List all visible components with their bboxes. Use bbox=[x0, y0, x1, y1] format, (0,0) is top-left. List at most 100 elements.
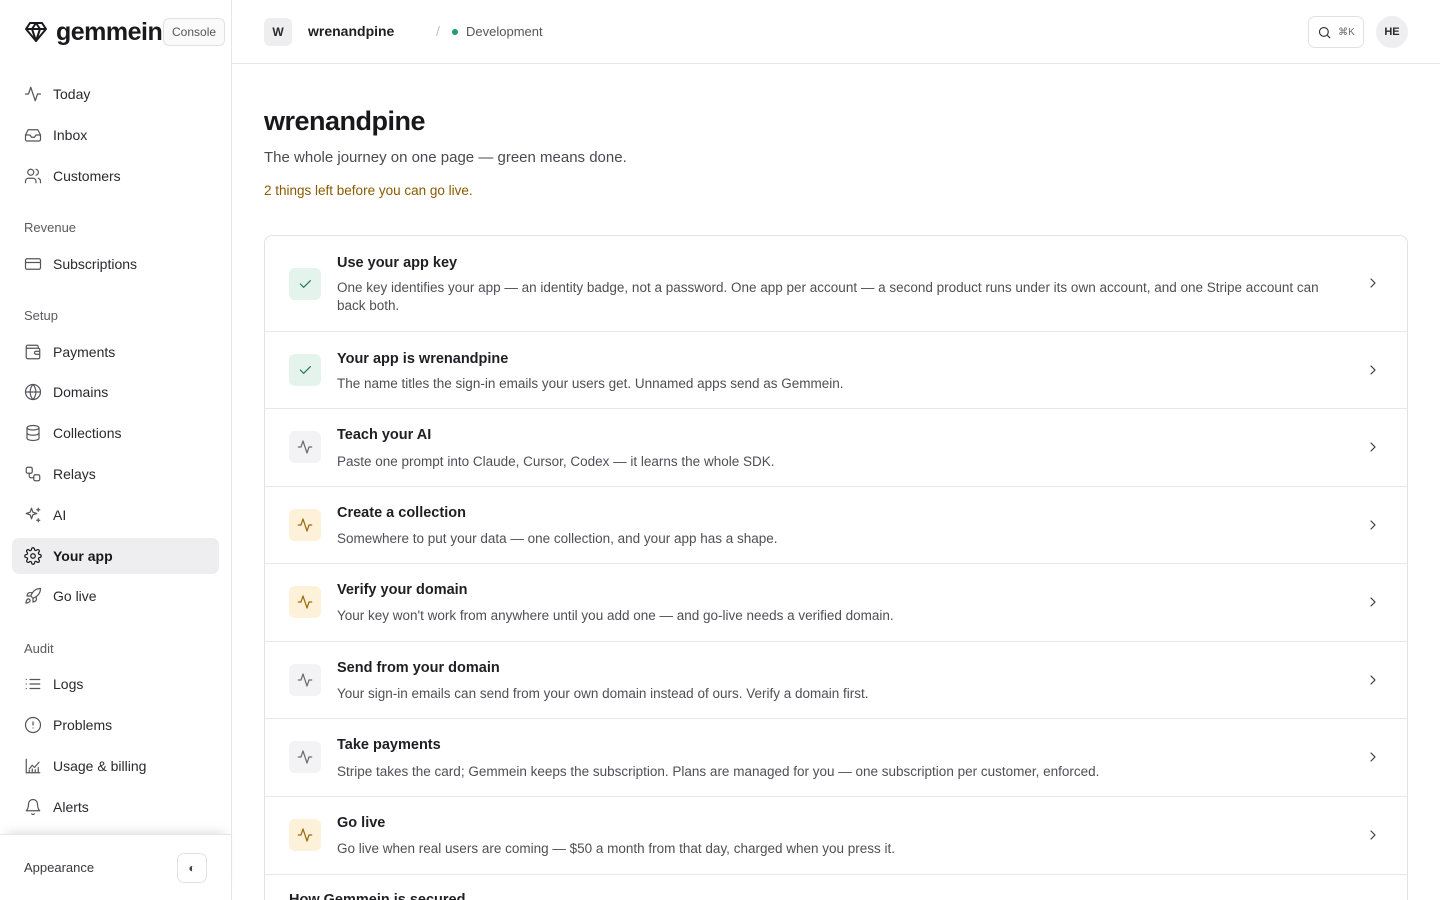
sidebar-item-label: Relays bbox=[53, 466, 96, 482]
checklist-step[interactable]: Verify your domain Your key won't work f… bbox=[265, 564, 1407, 642]
step-title: Teach your AI bbox=[337, 427, 432, 443]
environment-switcher[interactable]: Development bbox=[452, 24, 543, 39]
step-status-todo bbox=[289, 664, 321, 696]
setup-checklist: Use your app key One key identifies your… bbox=[264, 235, 1408, 900]
sidebar-item-label: Collections bbox=[53, 425, 122, 441]
sidebar-item-label: Payments bbox=[53, 344, 116, 360]
app-switcher[interactable]: wrenandpine bbox=[308, 23, 394, 39]
step-description: The name titles the sign-in emails your … bbox=[337, 376, 844, 391]
sidebar-item-label: Domains bbox=[53, 384, 109, 400]
sidebar-item-label: AI bbox=[53, 507, 67, 523]
search-button[interactable]: ⌘K bbox=[1308, 16, 1364, 48]
sidebar-item-today[interactable]: Today bbox=[12, 76, 219, 112]
section-label-revenue: Revenue bbox=[24, 220, 77, 235]
step-description: Somewhere to put your data — one collect… bbox=[337, 531, 778, 546]
page-subtitle: The whole journey on one page — green me… bbox=[264, 149, 627, 166]
checklist-step[interactable]: Go live Go live when real users are comi… bbox=[265, 797, 1407, 875]
step-description: One key identifies your app — an identit… bbox=[337, 280, 1319, 313]
step-title: Verify your domain bbox=[337, 582, 468, 598]
sidebar-item-label: Inbox bbox=[53, 127, 88, 143]
step-title: Create a collection bbox=[337, 505, 466, 521]
step-status-pending bbox=[289, 819, 321, 851]
section-label-setup: Setup bbox=[24, 308, 58, 323]
credit-card-icon bbox=[24, 258, 42, 270]
step-status-done bbox=[289, 354, 321, 386]
step-title: Use your app key bbox=[337, 255, 458, 271]
sidebar-item-problems[interactable]: Problems bbox=[12, 707, 219, 743]
step-description: Your sign-in emails can send from your o… bbox=[337, 686, 869, 701]
search-icon bbox=[1319, 26, 1331, 39]
brand-logo[interactable]: gemmein bbox=[24, 17, 163, 46]
console-badge[interactable]: Console bbox=[163, 18, 226, 46]
chart-icon bbox=[25, 758, 41, 774]
sidebar-footer: Appearance ◐ bbox=[0, 834, 231, 900]
sidebar-item-inbox[interactable]: Inbox bbox=[12, 117, 219, 153]
sidebar-item-subscriptions[interactable]: Subscriptions bbox=[12, 246, 219, 282]
sidebar-item-label: Usage & billing bbox=[53, 758, 147, 774]
sidebar-item-usage-billing[interactable]: Usage & billing bbox=[12, 748, 219, 784]
step-title: Go live bbox=[337, 815, 386, 831]
search-shortcut: ⌘K bbox=[1338, 26, 1355, 38]
go-live-status: 2 things left before you can go live. bbox=[264, 183, 473, 198]
sidebar-item-collections[interactable]: Collections bbox=[12, 415, 219, 451]
sparkles-icon bbox=[25, 507, 41, 523]
sidebar-item-label: Your app bbox=[53, 548, 113, 564]
chevron-right-icon bbox=[1365, 672, 1381, 688]
topbar: W wrenandpine / Development ⌘K HE bbox=[232, 0, 1440, 64]
app-avatar[interactable]: W bbox=[264, 18, 292, 46]
theme-toggle-button[interactable]: ◐ bbox=[177, 852, 207, 883]
step-status-todo bbox=[289, 431, 321, 463]
check-icon bbox=[299, 366, 311, 374]
checklist-step[interactable]: Your app is wrenandpine The name titles … bbox=[265, 332, 1407, 409]
chevron-right-icon bbox=[1365, 594, 1381, 610]
gem-icon bbox=[25, 22, 47, 42]
sidebar-item-logs[interactable]: Logs bbox=[12, 666, 219, 702]
gear-icon bbox=[24, 547, 42, 565]
sidebar-item-label: Alerts bbox=[53, 799, 89, 815]
checklist-step[interactable]: Take payments Stripe takes the card; Gem… bbox=[265, 719, 1407, 797]
sidebar-item-label: Problems bbox=[53, 717, 113, 733]
sidebar-item-label: Go live bbox=[53, 588, 97, 604]
activity-icon bbox=[297, 518, 313, 532]
sidebar-item-your-app[interactable]: Your app bbox=[12, 538, 219, 574]
sidebar-item-label: Logs bbox=[53, 676, 84, 692]
sidebar-item-alerts[interactable]: Alerts bbox=[12, 789, 219, 825]
sidebar-item-payments[interactable]: Payments bbox=[12, 334, 219, 370]
step-title[interactable]: How Gemmein is secured bbox=[289, 892, 465, 900]
step-description: Go live when real users are coming — $50… bbox=[337, 841, 896, 856]
sidebar: gemmein Console Today Inbox Customers Re… bbox=[0, 0, 232, 900]
sidebar-item-customers[interactable]: Customers bbox=[12, 158, 219, 194]
step-description: Your key won't work from anywhere until … bbox=[337, 608, 894, 623]
rocket-icon bbox=[25, 587, 42, 604]
list-icon bbox=[25, 678, 41, 690]
checklist-step[interactable]: Create a collection Somewhere to put you… bbox=[265, 487, 1407, 564]
sidebar-item-go-live[interactable]: Go live bbox=[12, 578, 219, 614]
globe-icon bbox=[24, 383, 42, 401]
chevron-right-icon bbox=[1365, 749, 1381, 765]
contrast-icon: ◐ bbox=[188, 860, 196, 875]
sidebar-item-relays[interactable]: Relays bbox=[12, 456, 219, 492]
activity-icon bbox=[297, 750, 313, 764]
sidebar-item-ai[interactable]: AI bbox=[12, 497, 219, 533]
appearance-label: Appearance bbox=[24, 860, 95, 875]
step-status-pending bbox=[289, 509, 321, 541]
relay-icon bbox=[25, 466, 41, 482]
user-avatar[interactable]: HE bbox=[1376, 16, 1408, 48]
sidebar-item-label: Subscriptions bbox=[53, 256, 138, 272]
step-description: Paste one prompt into Claude, Cursor, Co… bbox=[337, 454, 775, 469]
environment-label: Development bbox=[466, 24, 543, 39]
activity-icon bbox=[297, 673, 313, 687]
step-title: Send from your domain bbox=[337, 660, 500, 676]
checklist-step[interactable]: Use your app key One key identifies your… bbox=[265, 236, 1407, 332]
brand-name: gemmein bbox=[56, 17, 163, 46]
checklist-step[interactable]: Send from your domain Your sign-in email… bbox=[265, 642, 1407, 719]
chevron-right-icon bbox=[1365, 275, 1381, 291]
sidebar-item-label: Today bbox=[53, 86, 91, 102]
sidebar-item-domains[interactable]: Domains bbox=[12, 374, 219, 410]
step-title: Your app is wrenandpine bbox=[337, 351, 509, 367]
step-title: Take payments bbox=[337, 737, 441, 753]
checklist-step[interactable]: Teach your AI Paste one prompt into Clau… bbox=[265, 409, 1407, 487]
breadcrumb-separator: / bbox=[436, 23, 440, 39]
chevron-right-icon bbox=[1365, 517, 1381, 533]
check-icon bbox=[299, 280, 311, 288]
